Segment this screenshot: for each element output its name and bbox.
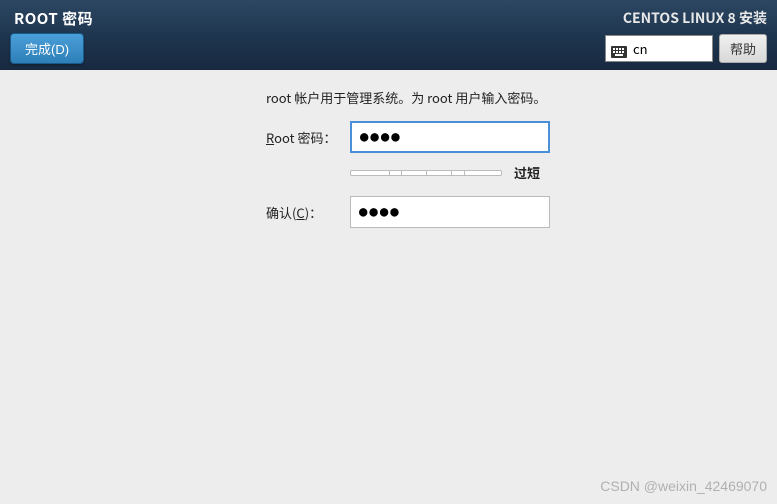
distro-name: CENTOS LINUX 8 安装 bbox=[623, 8, 767, 28]
header-right: CENTOS LINUX 8 安装 bbox=[605, 8, 767, 63]
header-right-row: cn 帮助 bbox=[605, 34, 767, 63]
watermark-text: CSDN @weixin_42469070 bbox=[600, 478, 767, 494]
page-title: ROOT 密码 bbox=[14, 8, 93, 29]
content-area: root 帐户用于管理系统。为 root 用户输入密码。 Root 密码： 过短… bbox=[0, 70, 777, 258]
strength-row: 过短 bbox=[350, 163, 757, 182]
password-strength-meter bbox=[350, 170, 502, 176]
keyboard-layout-text: cn bbox=[633, 39, 648, 58]
keyboard-layout-indicator[interactable]: cn bbox=[605, 35, 713, 62]
header-bar: ROOT 密码 完成(D) CENTOS LINUX 8 安装 bbox=[0, 0, 777, 70]
password-strength-label: 过短 bbox=[514, 163, 540, 182]
done-button[interactable]: 完成(D) bbox=[10, 33, 84, 64]
password-label: Root 密码： bbox=[266, 128, 350, 147]
confirm-password-input[interactable] bbox=[350, 196, 550, 228]
done-button-label: 完成(D) bbox=[25, 42, 69, 57]
help-button[interactable]: 帮助 bbox=[719, 34, 767, 63]
confirm-row: 确认(C)： bbox=[266, 196, 757, 228]
keyboard-icon bbox=[611, 43, 627, 55]
help-button-label: 帮助 bbox=[730, 42, 756, 57]
header-left: ROOT 密码 完成(D) bbox=[10, 8, 93, 64]
root-password-input[interactable] bbox=[350, 121, 550, 153]
instruction-text: root 帐户用于管理系统。为 root 用户输入密码。 bbox=[266, 88, 757, 107]
password-row: Root 密码： bbox=[266, 121, 757, 153]
confirm-label: 确认(C)： bbox=[266, 203, 350, 222]
